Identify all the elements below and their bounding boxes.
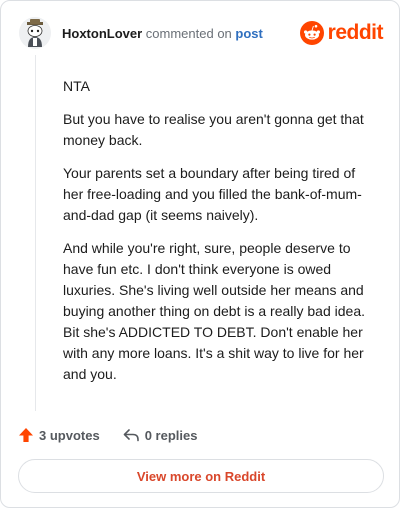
comment-body: NTA But you have to realise you aren't g… (63, 76, 378, 397)
reddit-logo[interactable]: reddit (299, 21, 384, 45)
commented-on-text: commented on (145, 26, 232, 41)
username-link[interactable]: HoxtonLover (62, 26, 142, 41)
reply-button[interactable]: 0 replies (122, 427, 198, 443)
reply-arrow-icon (123, 429, 139, 442)
view-more-button[interactable]: View more on Reddit (18, 459, 384, 493)
reply-count: 0 replies (144, 427, 198, 443)
comment-paragraph: And while you're right, sure, people des… (63, 240, 365, 382)
comment-paragraph: NTA (63, 78, 90, 94)
comment-actions: 3 upvotes 0 replies (18, 427, 197, 443)
upvote-arrow-icon (19, 428, 33, 442)
thread-line (35, 55, 36, 411)
comment-paragraph: But you have to realise you aren't gonna… (63, 111, 364, 148)
reddit-snoo-icon (299, 21, 324, 45)
comment-embed-card: HoxtonLover commented on post reddit NTA… (0, 0, 400, 508)
snoo-avatar-icon (19, 17, 51, 49)
upvote-button[interactable]: 3 upvotes (18, 427, 100, 443)
upvote-count: 3 upvotes (39, 427, 100, 443)
post-link[interactable]: post (235, 26, 262, 41)
reddit-wordmark: reddit (327, 21, 384, 44)
user-avatar[interactable] (19, 17, 51, 49)
comment-header: HoxtonLover commented on post (62, 26, 263, 42)
comment-paragraph: Your parents set a boundary after being … (63, 165, 362, 223)
